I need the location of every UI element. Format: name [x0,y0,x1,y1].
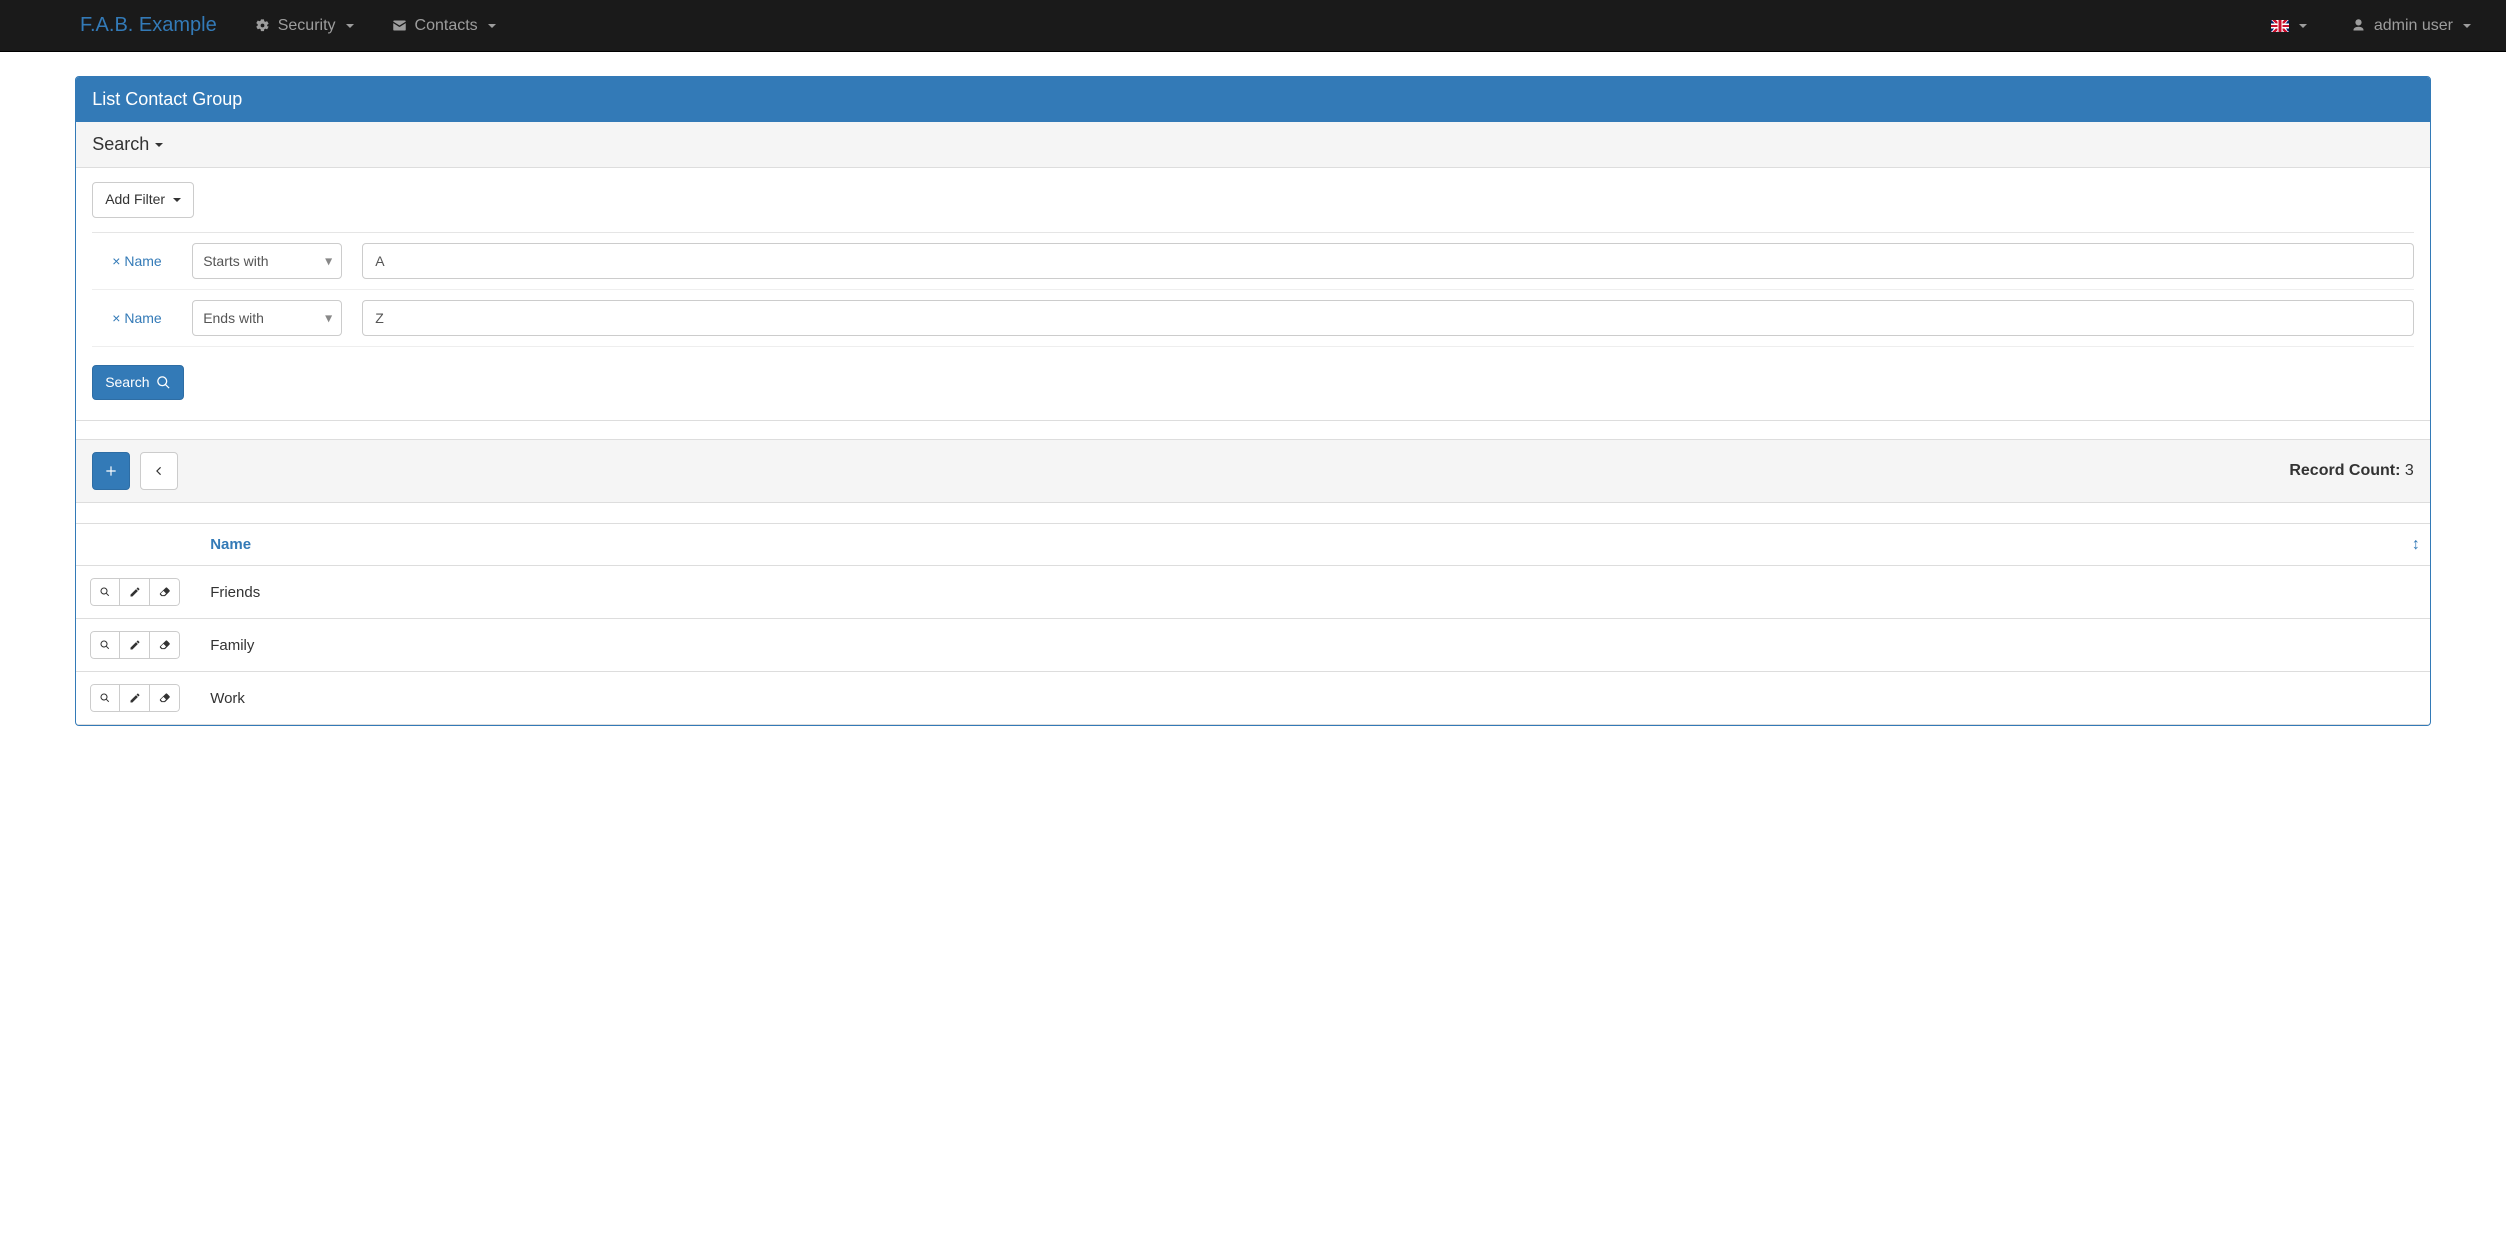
flag-uk-icon [2271,20,2289,32]
view-button[interactable] [90,578,120,606]
edit-icon [129,692,141,704]
edit-button[interactable] [120,684,150,712]
filter-value-input[interactable] [362,243,2414,279]
edit-button[interactable] [120,578,150,606]
filter-op-select[interactable]: Starts with ▾ [192,243,342,279]
col-name: Name ↕ [196,524,2430,566]
view-button[interactable] [90,684,120,712]
add-record-button[interactable] [92,452,130,490]
edit-icon [129,586,141,598]
main-container: List Contact Group Search Add Filter × N… [75,76,2431,726]
search-icon [156,375,171,390]
cell-name: Work [196,672,2430,725]
nav-security[interactable]: Security [240,0,369,52]
delete-button[interactable] [150,684,180,712]
caret-down-icon [488,24,496,28]
panel-title: List Contact Group [76,77,2430,122]
search-toggle[interactable]: Search [76,122,2430,168]
col-name-sort[interactable]: Name [210,536,251,553]
caret-down-icon [346,24,354,28]
results-table: Name ↕ Friends [76,523,2430,725]
nav-user[interactable]: admin user [2336,0,2486,52]
plus-icon [104,464,118,478]
search-icon [99,586,111,598]
search-button[interactable]: Search [92,365,183,401]
eraser-icon [159,586,171,598]
back-button[interactable] [140,452,178,490]
brand-link[interactable]: F.A.B. Example [20,14,232,37]
nav-security-label: Security [278,17,336,35]
filter-op-select[interactable]: Ends with ▾ [192,300,342,336]
nav-contacts[interactable]: Contacts [377,0,511,52]
search-icon [99,692,111,704]
edit-button[interactable] [120,631,150,659]
table-row: Work [76,672,2430,725]
view-button[interactable] [90,631,120,659]
table-row: Friends [76,566,2430,619]
record-count-value: 3 [2405,462,2414,479]
col-actions [76,524,196,566]
eraser-icon [159,692,171,704]
nav-user-label: admin user [2374,17,2453,35]
panel: List Contact Group Search Add Filter × N… [75,76,2431,726]
edit-icon [129,639,141,651]
filter-op-value: Starts with [203,253,268,269]
search-icon [99,639,111,651]
table-row: Family [76,619,2430,672]
gears-icon [255,18,270,33]
remove-filter-link[interactable]: × Name [92,310,172,326]
filter-op-value: Ends with [203,310,264,326]
delete-button[interactable] [150,631,180,659]
nav-contacts-label: Contacts [415,17,478,35]
caret-down-icon [2299,24,2307,28]
record-count-label: Record Count: [2289,462,2400,479]
list-toolbar: Record Count: 3 [76,439,2430,503]
row-actions [90,578,180,606]
caret-down-icon [155,143,163,147]
row-actions [90,684,180,712]
filter-row: × Name Ends with ▾ [92,290,2414,347]
delete-button[interactable] [150,578,180,606]
search-header-label: Search [92,134,149,155]
filter-value-input[interactable] [362,300,2414,336]
caret-down-icon [2463,24,2471,28]
cell-name: Family [196,619,2430,672]
nav-language[interactable] [2256,0,2322,52]
filter-field-label: Name [124,253,161,269]
remove-icon: × [112,253,120,269]
caret-down-icon [173,198,181,202]
eraser-icon [159,639,171,651]
remove-icon: × [112,310,120,326]
envelope-icon [392,18,407,33]
cell-name: Friends [196,566,2430,619]
remove-filter-link[interactable]: × Name [92,253,172,269]
arrow-left-icon [152,464,166,478]
add-filter-label: Add Filter [105,190,165,210]
user-icon [2351,18,2366,33]
record-count: Record Count: 3 [2289,462,2413,480]
sort-icon[interactable]: ↕ [2412,536,2420,554]
search-body: Add Filter × Name Starts with ▾ × [76,168,2430,421]
search-button-label: Search [105,373,149,393]
filter-row: × Name Starts with ▾ [92,233,2414,290]
navbar: F.A.B. Example Security Contacts admin u… [0,0,2506,52]
row-actions [90,631,180,659]
filter-field-label: Name [124,310,161,326]
add-filter-button[interactable]: Add Filter [92,182,194,218]
